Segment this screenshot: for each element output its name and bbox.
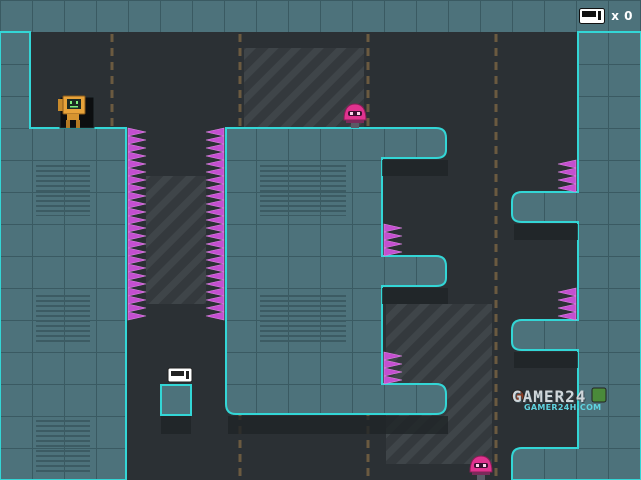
collectible-count: x 0 (611, 9, 633, 23)
watermark-domain: GAMER24H.COM (524, 403, 602, 412)
ceiling (0, 0, 641, 32)
game-stage[interactable]: x 0 GAMER24 GAMER24H.COM (0, 0, 641, 480)
hud-collectible-counter: x 0 (579, 8, 633, 24)
floppy-disk-icon (579, 8, 606, 24)
small-pedestal (160, 384, 192, 416)
floppy-disk-pickup[interactable] (167, 367, 193, 383)
